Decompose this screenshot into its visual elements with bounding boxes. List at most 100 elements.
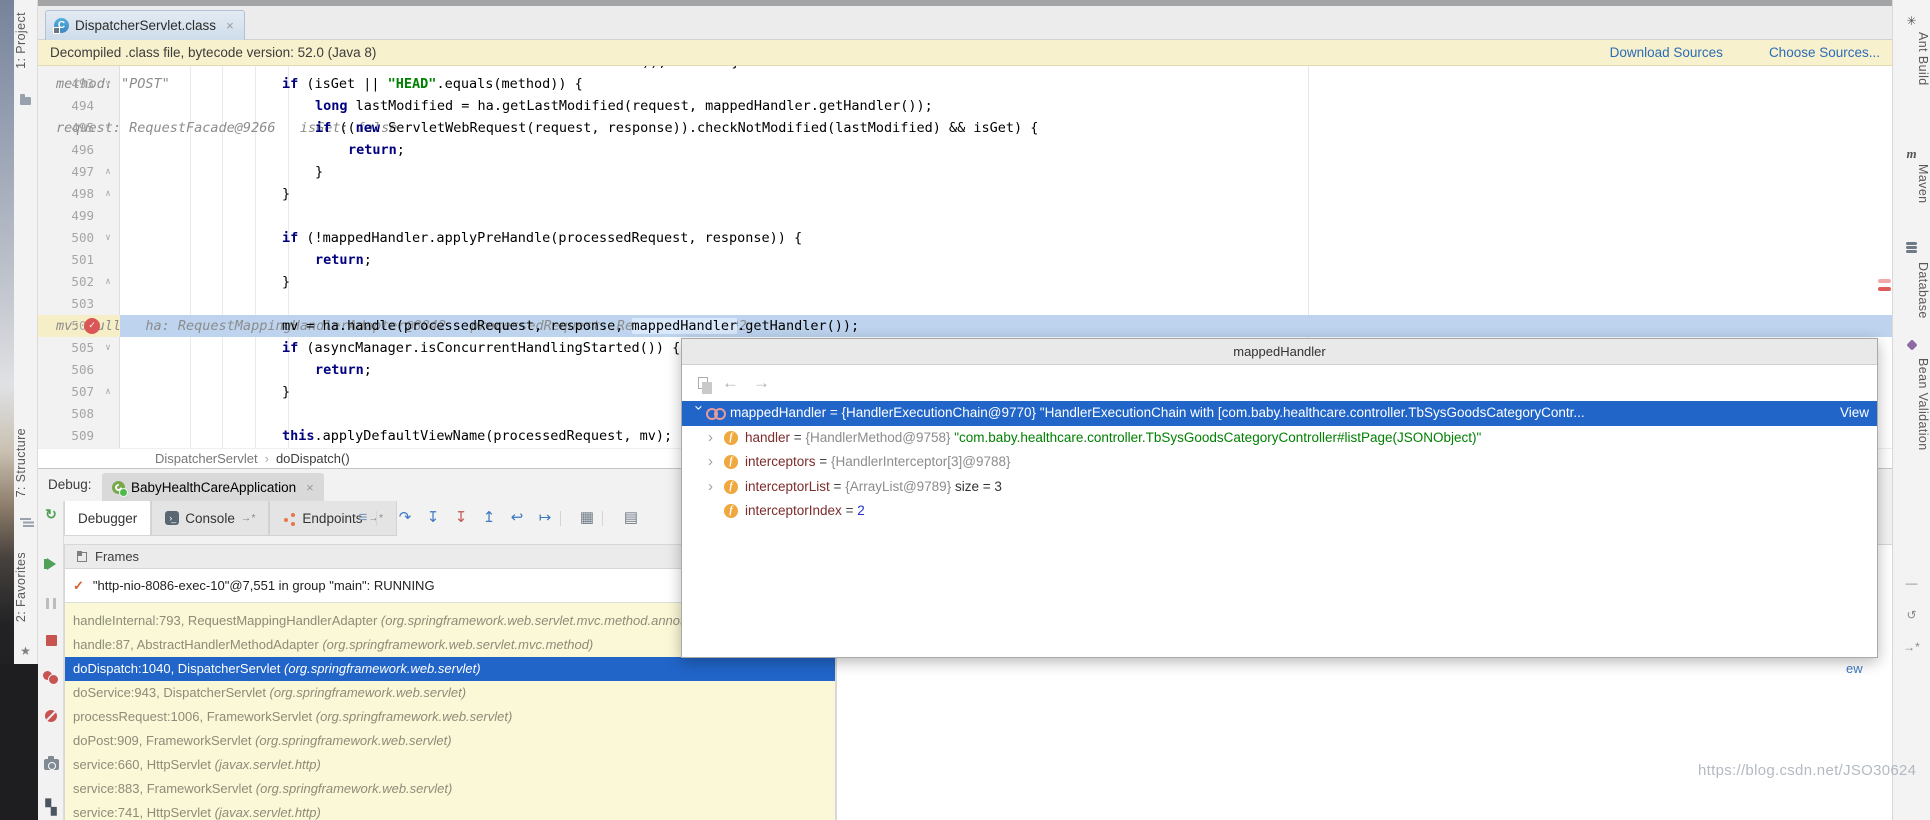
stack-frame-row[interactable]: service:660, HttpServlet (javax.servlet.…: [65, 753, 835, 777]
stack-frame-row[interactable]: doService:943, DispatcherServlet (org.sp…: [65, 681, 835, 705]
forward-arrow-icon[interactable]: →: [753, 373, 770, 393]
sidebar-item-bean-validation[interactable]: Bean Validation: [1893, 358, 1930, 451]
structure-icon: [14, 518, 37, 530]
resume-icon[interactable]: [38, 557, 64, 573]
variable-row[interactable]: ›finterceptorList = {ArrayList@9789} siz…: [682, 475, 1877, 500]
error-stripe-mark[interactable]: [1878, 287, 1891, 291]
drop-frame-icon[interactable]: ↩: [506, 508, 528, 528]
view-breakpoints-icon[interactable]: [38, 671, 64, 687]
right-tool-window-stripe: ✳ Ant Build m Maven Database Bean Valida…: [1892, 0, 1930, 820]
variable-text: interceptors = {HandlerInterceptor[3]@97…: [745, 450, 1877, 475]
run-configuration-tab[interactable]: BabyHealthCareApplication ×: [102, 473, 324, 501]
sidebar-item-ant-build[interactable]: Ant Build: [1893, 32, 1930, 86]
run-tab-close-icon[interactable]: ×: [306, 480, 314, 495]
code-line[interactable]: 496return;: [38, 139, 1892, 161]
pause-icon[interactable]: [38, 596, 64, 612]
tab-endpoints[interactable]: Endpoints→*: [269, 501, 397, 536]
back-arrow-icon[interactable]: ←: [722, 373, 739, 393]
sidebar-item-favorites[interactable]: 2: Favorites: [14, 552, 37, 622]
sidebar-item-database[interactable]: Database: [1893, 262, 1930, 319]
bean-validation-icon: [1893, 340, 1930, 352]
fold-marker[interactable]: ∧: [100, 271, 116, 293]
run-to-cursor-icon[interactable]: ↦: [534, 508, 556, 528]
sidebar-item-maven[interactable]: Maven: [1893, 164, 1930, 204]
force-step-into-icon[interactable]: ↧: [450, 508, 472, 528]
maven-icon: m: [1893, 146, 1930, 162]
fold-marker[interactable]: ∨: [100, 73, 116, 95]
code-line[interactable]: 501return;: [38, 249, 1892, 271]
evaluate-expression-icon[interactable]: ▦: [576, 508, 598, 528]
stack-frame-row[interactable]: service:741, HttpServlet (javax.servlet.…: [65, 801, 835, 820]
debug-label: Debug:: [48, 477, 92, 492]
sidebar-item-project[interactable]: 1: Project: [14, 12, 37, 69]
stack-frame-row[interactable]: doDispatch:1040, DispatcherServlet (org.…: [65, 657, 835, 681]
decompiled-banner: Decompiled .class file, bytecode version…: [38, 40, 1892, 66]
variable-text: interceptorIndex = 2: [745, 499, 1877, 524]
variable-row[interactable]: ›finterceptors = {HandlerInterceptor[3]@…: [682, 450, 1877, 475]
code-line[interactable]: 498∧}: [38, 183, 1892, 205]
fold-marker[interactable]: ∧: [100, 381, 116, 403]
line-number: 494: [38, 95, 94, 117]
code-line[interactable]: 504mv = ha.handle(processedRequest, resp…: [38, 315, 1892, 337]
fold-marker[interactable]: ∧: [100, 161, 116, 183]
stack-frame-row[interactable]: doPost:909, FrameworkServlet (org.spring…: [65, 729, 835, 753]
restore-layout-icon[interactable]: ▚: [38, 799, 64, 815]
pin-icon[interactable]: →*: [1893, 640, 1930, 654]
restore-icon[interactable]: ↺: [1893, 608, 1930, 622]
code-line[interactable]: 493∨if (isGet || "HEAD".equals(method)) …: [38, 73, 1892, 95]
code-line[interactable]: 499: [38, 205, 1892, 227]
breadcrumb-item[interactable]: DispatcherServlet: [155, 451, 258, 466]
hide-icon[interactable]: —: [1893, 576, 1930, 590]
code-line[interactable]: 495∨if ((new ServletWebRequest(request, …: [38, 117, 1892, 139]
fold-marker[interactable]: ∧: [100, 183, 116, 205]
editor-tab-title: DispatcherServlet.class: [75, 18, 216, 33]
expander-chevron-icon[interactable]: ›: [708, 475, 724, 500]
variable-row[interactable]: ›mappedHandler = {HandlerExecutionChain@…: [682, 401, 1877, 426]
step-over-icon[interactable]: ↷: [394, 508, 416, 528]
sidebar-item-structure[interactable]: 7: Structure: [14, 428, 37, 497]
line-number: 503: [38, 293, 94, 315]
fold-marker[interactable]: ∨: [100, 117, 116, 139]
editor-tab-dispatcherservlet[interactable]: C DispatcherServlet.class ×: [45, 10, 245, 40]
threads-view-icon[interactable]: ≡: [352, 508, 374, 528]
code-line[interactable]: 494long lastModified = ha.getLastModifie…: [38, 95, 1892, 117]
choose-sources-link[interactable]: Choose Sources...: [1769, 45, 1880, 60]
expander-chevron-icon[interactable]: ›: [708, 426, 724, 451]
line-number: 508: [38, 403, 94, 425]
view-link-clipped[interactable]: ew: [1846, 661, 1863, 676]
step-out-icon[interactable]: ↥: [478, 508, 500, 528]
layout-settings-icon[interactable]: ▤: [620, 508, 642, 528]
mute-breakpoints-icon[interactable]: [38, 709, 64, 725]
popup-toolbar: ← →: [682, 365, 1877, 401]
fold-marker[interactable]: ∨: [100, 337, 116, 359]
pin-icon[interactable]: →*: [241, 512, 256, 524]
line-number: 498: [38, 183, 94, 205]
thread-dump-icon[interactable]: [38, 757, 64, 773]
fold-marker[interactable]: ∨: [100, 227, 116, 249]
variable-row[interactable]: finterceptorIndex = 2: [682, 499, 1877, 524]
tab-console[interactable]: Console→*: [151, 501, 269, 536]
step-into-icon[interactable]: ↧: [422, 508, 444, 528]
code-line[interactable]: 497∧}: [38, 161, 1892, 183]
copy-value-icon[interactable]: [698, 377, 708, 389]
rerun-debug-icon[interactable]: ↻: [38, 506, 64, 522]
code-line[interactable]: 492)); }: [38, 66, 1892, 73]
breakpoint-icon[interactable]: ✓: [84, 318, 100, 334]
ant-build-icon: ✳: [1893, 14, 1930, 28]
error-stripe-mark[interactable]: [1878, 279, 1891, 283]
code-line[interactable]: 503: [38, 293, 1892, 315]
stop-icon[interactable]: [38, 633, 64, 649]
expander-chevron-icon[interactable]: ›: [708, 450, 724, 475]
download-sources-link[interactable]: Download Sources: [1610, 45, 1723, 60]
tab-debugger[interactable]: Debugger: [64, 501, 151, 536]
breadcrumb-item[interactable]: doDispatch(): [276, 451, 350, 466]
code-line[interactable]: 502∧}: [38, 271, 1892, 293]
tab-close-icon[interactable]: ×: [226, 18, 234, 33]
code-line[interactable]: 500∨if (!mappedHandler.applyPreHandle(pr…: [38, 227, 1892, 249]
stack-frame-row[interactable]: processRequest:1006, FrameworkServlet (o…: [65, 705, 835, 729]
variable-row[interactable]: ›fhandler = {HandlerMethod@9758} "com.ba…: [682, 426, 1877, 451]
view-link[interactable]: View: [1840, 401, 1869, 426]
stack-frame-row[interactable]: service:883, FrameworkServlet (org.sprin…: [65, 777, 835, 801]
class-icon: C: [54, 18, 69, 33]
variable-text: handler = {HandlerMethod@9758} "com.baby…: [745, 426, 1877, 451]
